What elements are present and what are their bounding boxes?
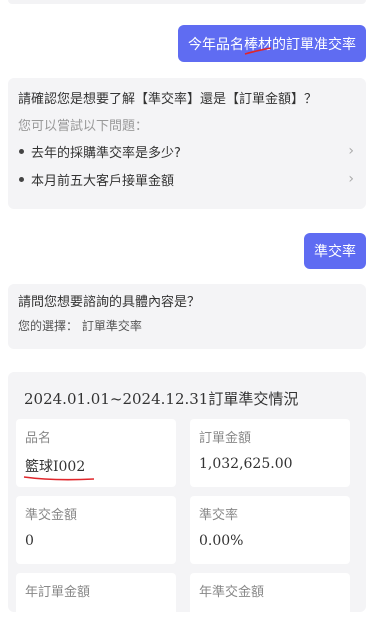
metric-tile-annual-order-amount: 年訂單金額: [16, 573, 176, 633]
metric-label: 訂單金額: [199, 431, 252, 446]
user-query-post: 的訂單准交率: [272, 36, 356, 53]
metric-tile-product: 品名 籃球I002: [16, 419, 176, 487]
result-card: 2024.01.01~2024.12.31訂單準交情況 品名 籃球I002 訂單…: [8, 372, 366, 633]
suggestion-text: 本月前五大客戶接單金額: [31, 173, 175, 189]
detail-question: 請問您想要諮詢的具體內容是？: [18, 295, 201, 310]
red-strike-annotation: [244, 46, 272, 55]
chevron-right-icon: ›: [348, 143, 354, 159]
metric-label: 年準交金額: [199, 585, 265, 600]
clarify-question: 請確認您是想要了解【準交率】還是【訂單金額】？: [18, 92, 318, 107]
suggestion-item[interactable]: 去年的採購準交率是多少? ›: [18, 138, 356, 164]
metric-value: 0: [25, 533, 34, 549]
suggestion-text: 去年的採購準交率是多少?: [31, 145, 181, 161]
result-title: 2024.01.01~2024.12.31訂單準交情況: [24, 390, 299, 408]
user-message-bubble: 今年品名 棒材 的訂單准交率: [178, 25, 366, 62]
metric-tile-order-amount: 訂單金額 1,032,625.00: [190, 419, 350, 487]
metric-tile-ontime-amount: 準交金額 0: [16, 496, 176, 564]
metric-label: 準交金額: [25, 508, 78, 523]
bullet-dot: [19, 176, 24, 182]
user-query-pre: 今年品名: [188, 36, 244, 53]
metric-tile-annual-ontime-amount: 年準交金額: [190, 573, 350, 633]
detail-choice: 您的選擇： 訂單準交率: [18, 319, 142, 333]
metric-label: 準交率: [199, 508, 239, 523]
clarify-hint: 您可以嘗試以下問題：: [18, 119, 149, 134]
metric-value: 籃球I002: [23, 456, 95, 481]
detail-card: 請問您想要諮詢的具體內容是？ 您的選擇： 訂單準交率: [8, 284, 366, 349]
clarify-card: 請確認您是想要了解【準交率】還是【訂單金額】？ 您可以嘗試以下問題： 去年的採購…: [8, 78, 366, 209]
suggestion-item[interactable]: 本月前五大客戶接單金額 ›: [18, 166, 356, 192]
red-underline-annotation: [23, 476, 95, 481]
metric-value-text: 籃球I002: [25, 459, 86, 475]
metric-label: 品名: [25, 431, 52, 446]
previous-card-edge: [8, 0, 366, 4]
user-choice-text: 準交率: [314, 244, 356, 260]
metric-label: 年訂單金額: [25, 585, 91, 600]
chevron-right-icon: ›: [348, 171, 354, 187]
metric-value: 0.00%: [199, 533, 244, 549]
metric-value: 1,032,625.00: [199, 456, 293, 472]
annotated-word: 棒材: [244, 34, 272, 55]
user-choice-bubble: 準交率: [304, 233, 366, 269]
bullet-dot: [19, 148, 24, 154]
metric-tile-ontime-rate: 準交率 0.00%: [190, 496, 350, 564]
